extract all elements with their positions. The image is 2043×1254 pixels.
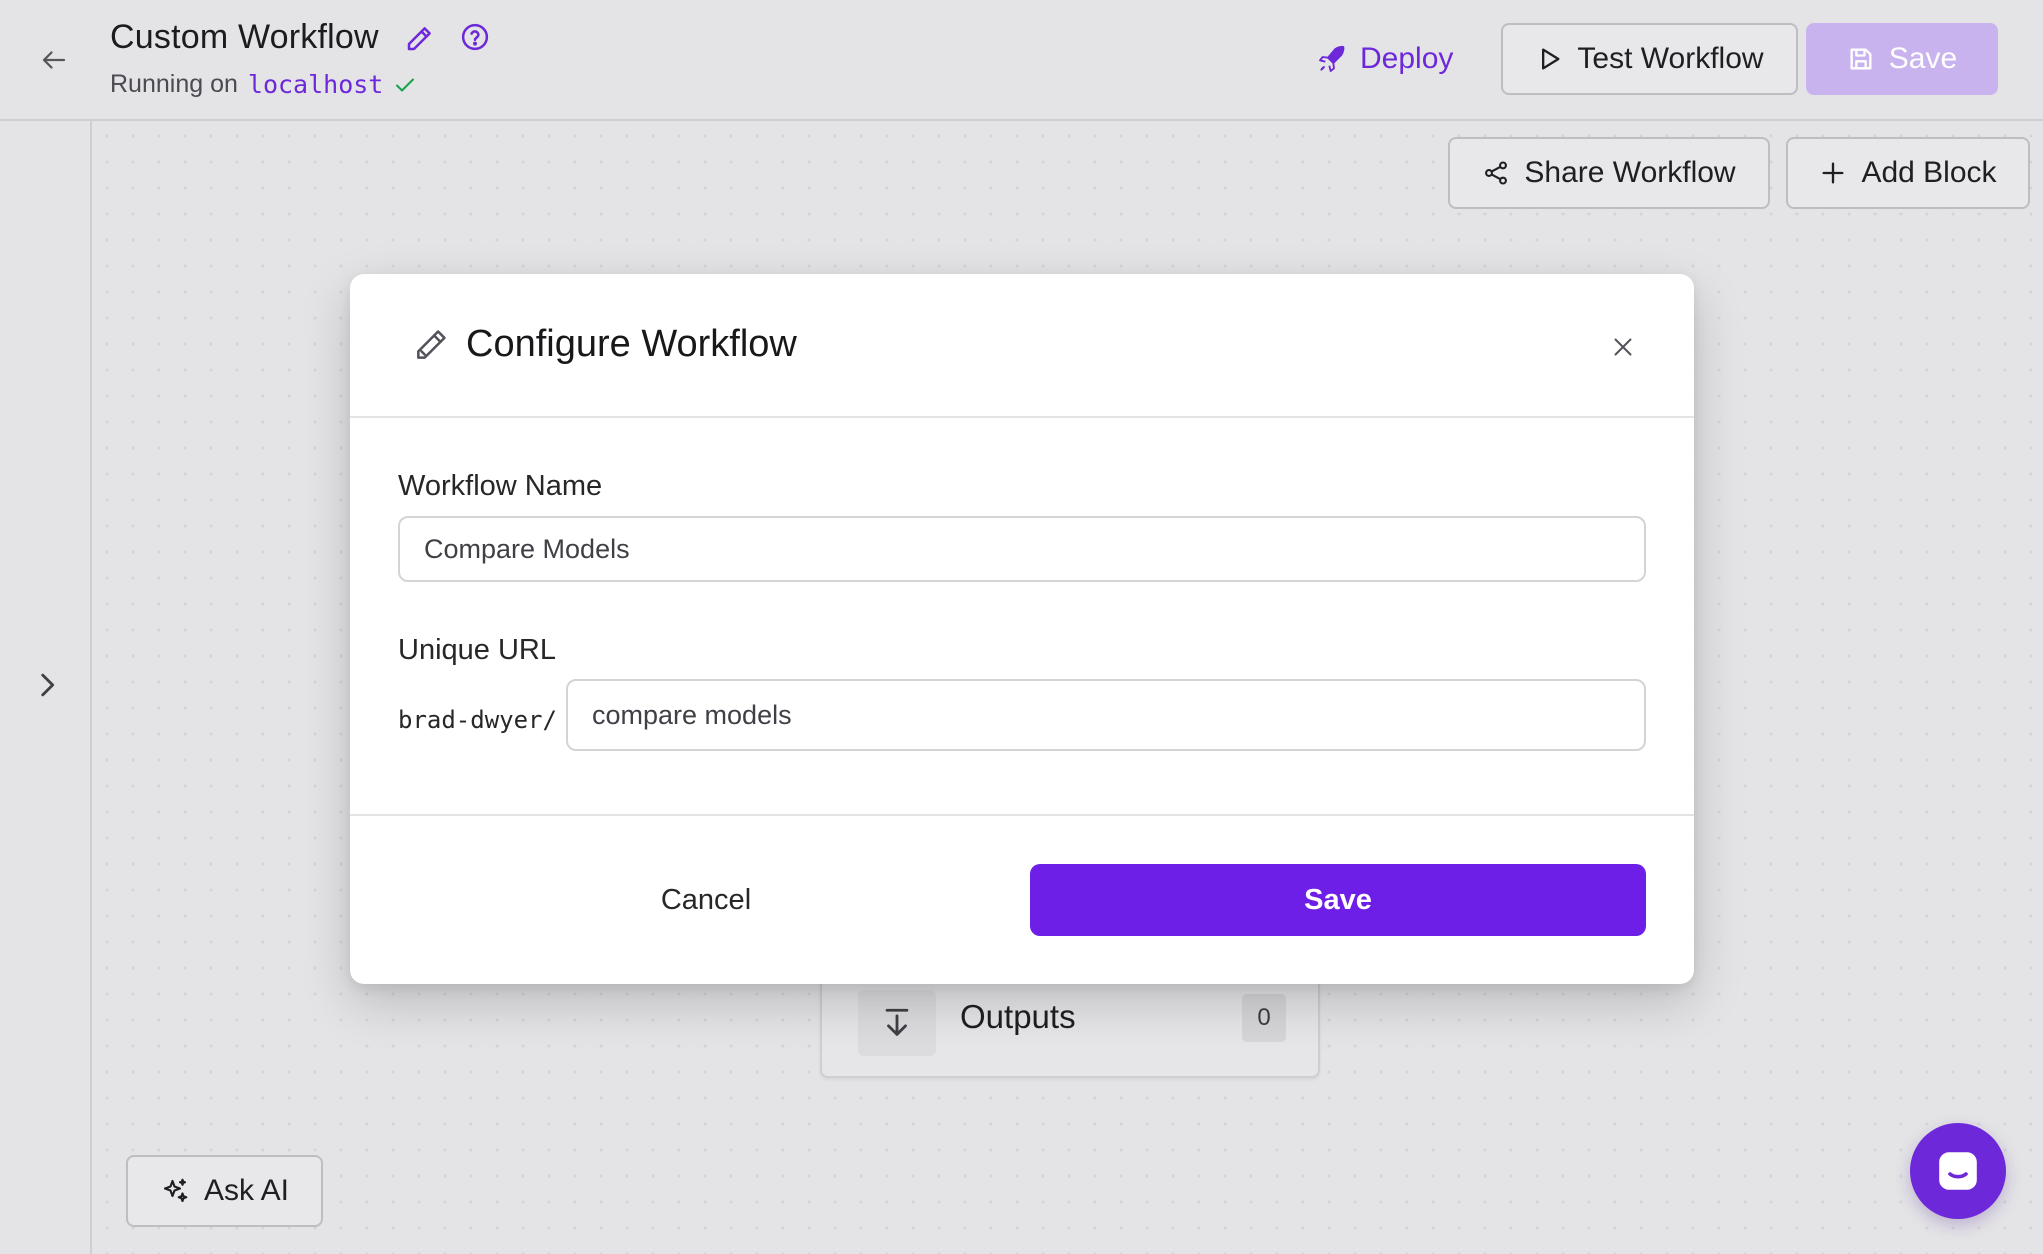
- node-count-badge: 0: [1242, 994, 1286, 1042]
- unique-url-input[interactable]: [566, 679, 1646, 751]
- deploy-label: Deploy: [1360, 42, 1454, 75]
- dialog-footer-divider: [350, 814, 1694, 816]
- cancel-button[interactable]: Cancel: [398, 864, 1014, 936]
- play-icon: [1542, 48, 1560, 70]
- left-sidebar: [0, 121, 92, 1254]
- test-workflow-button[interactable]: Test Workflow: [1501, 23, 1798, 95]
- url-prefix: brad-dwyer/: [398, 706, 557, 734]
- unique-url-label: Unique URL: [398, 634, 556, 666]
- save-button[interactable]: Save: [1030, 864, 1646, 936]
- save-workflow-button[interactable]: Save: [1806, 23, 1998, 95]
- plus-icon: [1822, 162, 1844, 184]
- running-prefix: Running on: [110, 70, 238, 98]
- pencil-icon: [417, 330, 446, 359]
- rocket-icon: [1319, 45, 1345, 72]
- share-workflow-label: Share Workflow: [1524, 156, 1736, 189]
- save-workflow-label: Save: [1888, 42, 1958, 75]
- pencil-icon[interactable]: [404, 24, 434, 54]
- ask-ai-label: Ask AI: [203, 1174, 290, 1207]
- close-icon[interactable]: [1608, 332, 1638, 362]
- help-circle-icon[interactable]: [460, 22, 490, 52]
- floppy-disk-icon: [1850, 48, 1872, 70]
- chat-icon: [1939, 1152, 1977, 1190]
- dialog-title: Configure Workflow: [466, 323, 797, 365]
- ask-ai-button[interactable]: Ask AI: [126, 1155, 323, 1227]
- share-icon: [1485, 161, 1508, 185]
- configure-workflow-dialog: Configure Workflow Workflow Name Unique …: [350, 274, 1694, 984]
- top-bar: Custom Workflow Running on localhost Dep…: [0, 0, 2043, 121]
- share-workflow-button[interactable]: Share Workflow: [1448, 137, 1770, 209]
- deploy-button[interactable]: Deploy: [1316, 34, 1453, 84]
- add-block-label: Add Block: [1861, 156, 1997, 189]
- dialog-header: Configure Workflow: [350, 274, 1694, 418]
- workflow-name-input[interactable]: [398, 516, 1646, 582]
- support-chat-button[interactable]: [1910, 1123, 2006, 1219]
- arrow-left-icon: [42, 51, 66, 69]
- node-label: Outputs: [960, 998, 1076, 1035]
- runtime-host: localhost: [247, 70, 384, 99]
- check-icon: [396, 78, 415, 91]
- runtime-status: Running on localhost: [110, 70, 417, 99]
- add-block-button[interactable]: Add Block: [1786, 137, 2030, 209]
- sparkles-icon: [163, 1178, 188, 1203]
- workflow-title: Custom Workflow: [110, 18, 379, 56]
- arrow-down-to-line-icon: [885, 1008, 909, 1036]
- back-button[interactable]: [36, 42, 72, 78]
- workflow-name-label: Workflow Name: [398, 470, 603, 502]
- chevron-right-icon[interactable]: [30, 668, 64, 702]
- test-workflow-label: Test Workflow: [1577, 42, 1764, 75]
- node-icon-tile: [858, 990, 936, 1056]
